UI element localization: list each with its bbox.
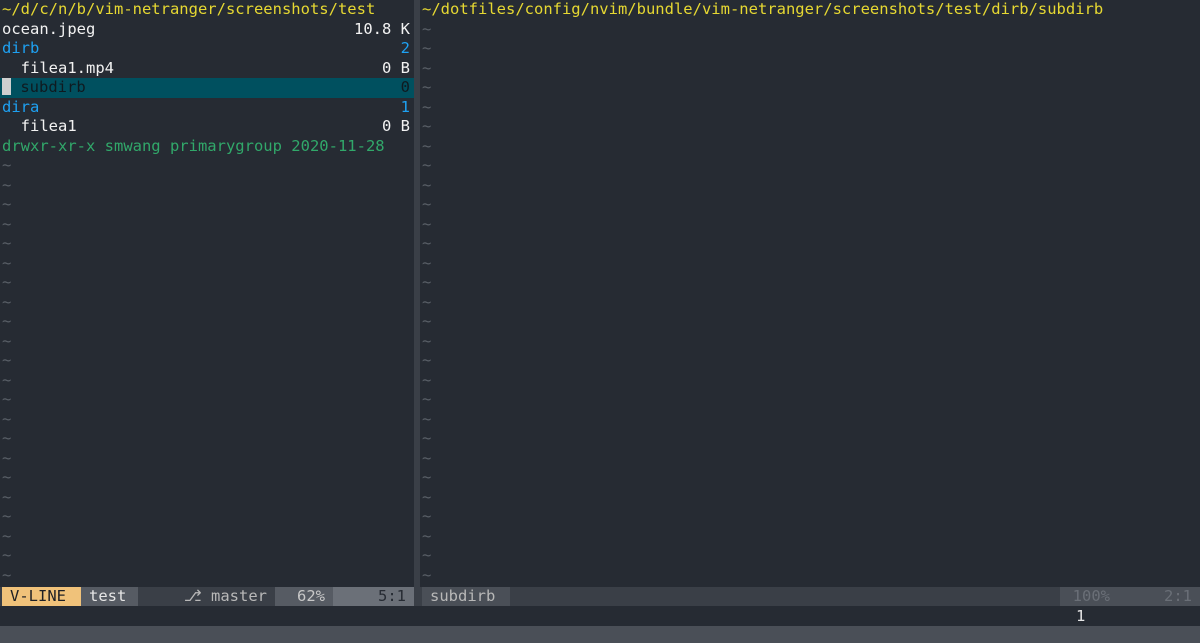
status-line-left: V-LINE test ⎇ master 62% 5:1 <box>0 587 414 606</box>
tilde-line: ~ <box>422 370 432 389</box>
tilde-line: ~ <box>422 565 432 584</box>
git-branch: ⎇ master <box>138 587 275 606</box>
tilde-line: ~ <box>422 78 432 96</box>
tilde-line: ~ <box>422 175 432 194</box>
tilde-line: ~ <box>2 487 12 506</box>
command-count: 1 <box>1076 607 1086 625</box>
empty-line-markers: ~ ~ ~ ~ ~ ~ ~ ~ ~ ~ ~ ~ ~ ~ ~ ~ ~ ~ ~ ~ ~ ~ <box>0 156 414 585</box>
tilde-line: ~ <box>422 448 432 467</box>
list-item[interactable]: filea1.mp4 0 B <box>0 59 414 79</box>
tilde-line: ~ <box>2 409 12 428</box>
entry-count: 2 <box>400 39 410 57</box>
entry-size: 0 B <box>382 117 410 135</box>
tilde-line: ~ <box>422 214 432 233</box>
tilde-line: ~ <box>2 331 12 350</box>
tilde-line: ~ <box>2 448 12 467</box>
bottom-strip <box>0 626 1200 643</box>
tilde-line: ~ <box>422 117 432 135</box>
tilde-line: ~ <box>2 195 12 213</box>
right-pane-title: ~/dotfiles/config/nvim/bundle/vim-netran… <box>422 0 1104 18</box>
tilde-line: ~ <box>422 390 432 408</box>
entry-size: 10.8 K <box>354 19 410 38</box>
tilde-line: ~ <box>422 234 432 252</box>
entry-name: dira <box>2 97 40 116</box>
tilde-line: ~ <box>422 195 432 213</box>
tilde-line: ~ <box>422 273 432 291</box>
tilde-line: ~ <box>422 58 432 77</box>
cursor-position: 2:1 <box>1118 587 1200 606</box>
tilde-line: ~ <box>422 507 432 525</box>
tilde-line: ~ <box>2 175 12 194</box>
list-item[interactable]: dira 1 <box>0 98 414 118</box>
tilde-line: ~ <box>422 487 432 506</box>
status-line-right: subdirb 100% 2:1 <box>420 587 1200 606</box>
tilde-line: ~ <box>2 234 12 252</box>
tilde-line: ~ <box>422 156 432 174</box>
tilde-line: ~ <box>422 292 432 311</box>
entry-size: 0 B <box>382 58 410 77</box>
tilde-line: ~ <box>422 526 432 545</box>
tilde-line: ~ <box>2 565 12 584</box>
entry-name: filea1.mp4 <box>2 58 114 77</box>
tilde-line: ~ <box>422 468 432 486</box>
list-item[interactable]: filea1 0 B <box>0 117 414 137</box>
selected-list-item[interactable]: subdirb 0 <box>0 78 414 98</box>
buffer-name: test <box>81 587 138 606</box>
list-item[interactable]: ocean.jpeg 10.8 K <box>0 20 414 40</box>
cursor-position: 5:1 <box>333 587 414 606</box>
tilde-line: ~ <box>2 253 12 272</box>
tilde-line: ~ <box>422 97 432 116</box>
tilde-line: ~ <box>422 331 432 350</box>
entry-name: subdirb <box>11 78 86 96</box>
tilde-line: ~ <box>2 390 12 408</box>
tilde-line: ~ <box>422 253 432 272</box>
tilde-line: ~ <box>2 429 12 447</box>
tilde-line: ~ <box>2 351 12 369</box>
text-cursor <box>2 78 11 95</box>
tilde-line: ~ <box>2 292 12 311</box>
scroll-percent: 100% <box>1060 587 1118 606</box>
file-info-line: drwxr-xr-x smwang primarygroup 2020-11-2… <box>2 136 385 155</box>
tilde-line: ~ <box>2 156 12 174</box>
buffer-name: subdirb <box>422 587 510 606</box>
tilde-line: ~ <box>2 526 12 545</box>
tilde-line: ~ <box>422 409 432 428</box>
command-line[interactable]: 1 <box>0 606 1200 626</box>
tilde-line: ~ <box>2 273 12 291</box>
tilde-line: ~ <box>2 546 12 564</box>
entry-count: 0 <box>400 78 410 96</box>
entry-name: dirb <box>2 39 40 57</box>
list-item[interactable]: dirb 2 <box>0 39 414 59</box>
tilde-line: ~ <box>2 370 12 389</box>
mode-indicator: V-LINE <box>2 587 81 606</box>
scroll-percent: 62% <box>275 587 333 606</box>
tilde-line: ~ <box>2 468 12 486</box>
right-pane[interactable]: ~/dotfiles/config/nvim/bundle/vim-netran… <box>420 0 1200 586</box>
tilde-line: ~ <box>422 546 432 564</box>
tilde-line: ~ <box>2 312 12 330</box>
empty-line-markers: ~ ~ ~ ~ ~ ~ ~ ~ ~ ~ ~ ~ ~ ~ ~ ~ ~ ~ ~ ~ ~ ~ ~ ~ ~ ~ ~ ~ ~ <box>420 20 1200 586</box>
tilde-line: ~ <box>422 312 432 330</box>
left-pane[interactable]: ~/d/c/n/b/vim-netranger/screenshots/test… <box>0 0 414 586</box>
tilde-line: ~ <box>422 429 432 447</box>
left-pane-title: ~/d/c/n/b/vim-netranger/screenshots/test <box>2 0 376 18</box>
entry-name: filea1 <box>2 117 77 135</box>
tilde-line: ~ <box>422 19 432 38</box>
tilde-line: ~ <box>2 507 12 525</box>
tilde-line: ~ <box>422 39 432 57</box>
entry-name: ocean.jpeg <box>2 19 96 38</box>
tilde-line: ~ <box>422 351 432 369</box>
entry-count: 1 <box>400 97 410 116</box>
tilde-line: ~ <box>422 136 432 155</box>
tilde-line: ~ <box>2 214 12 233</box>
